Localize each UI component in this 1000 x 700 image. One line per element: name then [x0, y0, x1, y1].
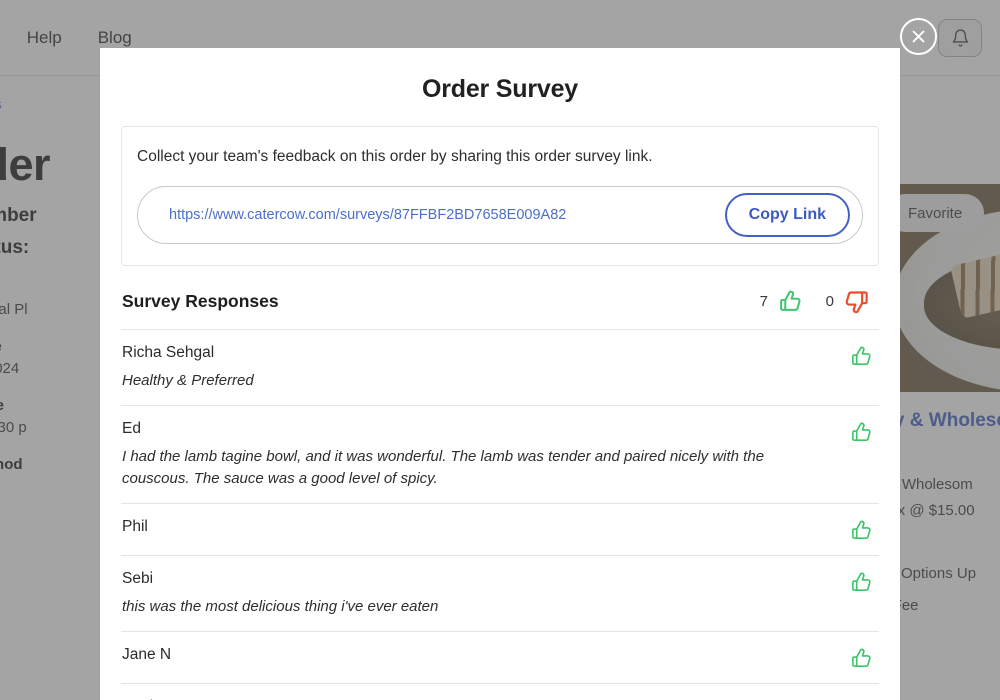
thumbs-up-icon	[768, 289, 812, 314]
survey-responses-heading: Survey Responses	[122, 291, 279, 312]
response-vote	[844, 420, 878, 444]
response-content: Phil	[122, 518, 828, 536]
response-vote	[844, 518, 878, 542]
respondent-name: Phil	[122, 518, 828, 536]
response-comment: I had the lamb tagine bowl, and it was w…	[122, 446, 828, 490]
response-content: Richa Sehgal Healthy & Preferred	[122, 344, 828, 392]
close-icon	[910, 28, 927, 45]
close-modal-button[interactable]	[900, 18, 937, 55]
share-link-card: Collect your team's feedback on this ord…	[121, 126, 879, 266]
thumbs-down-count: 0	[812, 293, 834, 310]
modal-title: Order Survey	[100, 48, 900, 126]
response-vote	[844, 570, 878, 594]
thumbs-down-icon	[834, 288, 878, 315]
survey-responses-header: Survey Responses 7 0	[121, 266, 879, 330]
response-content: Sebi this was the most delicious thing i…	[122, 570, 828, 618]
thumbs-up-icon	[850, 647, 873, 670]
order-survey-modal: Order Survey Collect your team's feedbac…	[100, 48, 900, 700]
thumbs-up-icon	[850, 519, 873, 542]
response-row: Phil	[121, 504, 879, 556]
response-row: Jane N	[121, 632, 879, 684]
respondent-name: Ed	[122, 420, 828, 438]
response-content: Jane N	[122, 646, 828, 664]
response-vote	[844, 344, 878, 368]
thumbs-up-count: 7	[746, 293, 768, 310]
screen-root: t Help Blog our Orders Order der Numbe	[0, 0, 1000, 700]
copy-link-button[interactable]: Copy Link	[725, 193, 850, 237]
response-row: Richa Sehgal Healthy & Preferred	[121, 330, 879, 406]
respondent-name: Sebi	[122, 570, 828, 588]
response-content: Ed I had the lamb tagine bowl, and it wa…	[122, 420, 828, 490]
response-comment: this was the most delicious thing i've e…	[122, 596, 828, 618]
modal-body: Collect your team's feedback on this ord…	[100, 126, 900, 700]
respondent-name: Richa Sehgal	[122, 344, 828, 362]
survey-link-url[interactable]: https://www.catercow.com/surveys/87FFBF2…	[169, 207, 566, 223]
vote-tally: 7 0	[746, 288, 878, 315]
response-vote	[844, 646, 878, 670]
thumbs-up-icon	[850, 345, 873, 368]
response-comment: Healthy & Preferred	[122, 370, 828, 392]
thumbs-up-icon	[850, 571, 873, 594]
survey-link-row[interactable]: https://www.catercow.com/surveys/87FFBF2…	[137, 186, 863, 244]
response-row: Davis The lamb and cous cous was good!	[121, 684, 879, 700]
share-description: Collect your team's feedback on this ord…	[137, 146, 863, 168]
respondent-name: Jane N	[122, 646, 828, 664]
response-row: Sebi this was the most delicious thing i…	[121, 556, 879, 632]
thumbs-up-icon	[850, 421, 873, 444]
response-row: Ed I had the lamb tagine bowl, and it wa…	[121, 406, 879, 504]
